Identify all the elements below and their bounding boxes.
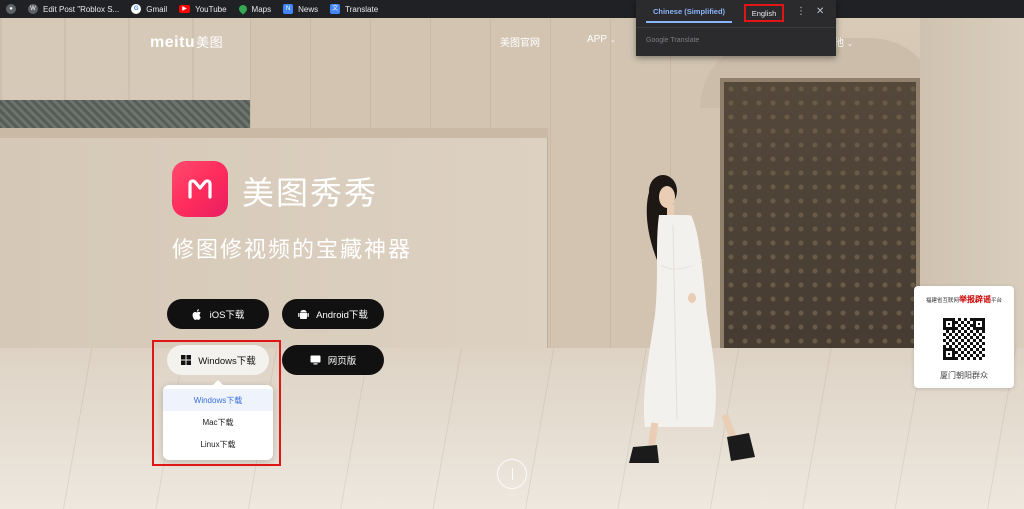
bookmark-label: News	[298, 4, 319, 14]
translate-icon: 文	[330, 4, 341, 14]
android-download-button[interactable]: Android下载	[282, 299, 384, 329]
bookmark-label: YouTube	[195, 4, 227, 14]
web-version-button[interactable]: 网页版	[282, 345, 384, 375]
bookmark-gmail[interactable]: G Gmail	[131, 4, 167, 14]
ios-download-button[interactable]: iOS下载	[167, 299, 269, 329]
bookmark-maps[interactable]: Maps	[236, 3, 272, 15]
bookmark-edit-post[interactable]: W Edit Post "Roblox S...	[28, 4, 119, 14]
woman-figure-image	[629, 175, 755, 463]
app-name: 美图秀秀	[242, 174, 379, 212]
nav-other-menu[interactable]: 他 ⌄	[834, 34, 853, 49]
windows-download-dropdown: Windows下载 Mac下载 Linux下载	[163, 380, 273, 460]
meitu-logo[interactable]: meitu美图	[150, 32, 223, 52]
windows-download-button[interactable]: Windows下载	[167, 345, 269, 375]
nav-official-label: 美图官网	[500, 38, 540, 49]
wordpress-icon: W	[28, 4, 38, 14]
app-tagline: 修图修视频的宝藏神器	[172, 238, 413, 263]
web-version-label: 网页版	[327, 356, 357, 367]
bookmark-label: Edit Post "Roblox S...	[43, 4, 120, 14]
qr-card-title: 福建省互联网举报辟谣平台	[920, 294, 1008, 305]
close-icon[interactable]: ✕	[816, 6, 824, 17]
qr-title-suffix: 平台	[991, 298, 1003, 304]
news-icon: N	[283, 4, 294, 14]
bookmark-label: Maps	[251, 4, 272, 14]
qr-title-prefix: 福建省互联网	[925, 298, 959, 304]
translate-popup: Chinese (Simplified) English ⋮ ✕ Google …	[636, 0, 836, 56]
tab-source-language[interactable]: Chinese (Simplified)	[646, 7, 732, 23]
powered-by-google-translate: Google Translate	[646, 37, 700, 44]
youtube-icon: ▶	[179, 5, 191, 13]
meitu-app-icon	[172, 161, 228, 217]
ios-download-label: iOS下载	[209, 310, 245, 321]
monitor-icon	[310, 355, 321, 366]
bookmark-translate[interactable]: 文 Translate	[330, 4, 378, 14]
bookmark-globe[interactable]: ●	[6, 4, 16, 14]
qr-code	[943, 318, 985, 360]
qr-corner	[943, 348, 955, 360]
qr-corner	[973, 318, 985, 330]
dropdown-item-linux[interactable]: Linux下载	[163, 433, 273, 455]
qr-corner	[943, 318, 955, 330]
bookmark-label: Translate	[345, 4, 379, 14]
qr-title-highlight: 举报辟谣	[959, 295, 991, 304]
nav-app-menu[interactable]: APP ⌄	[587, 34, 616, 45]
google-icon: G	[131, 4, 142, 14]
globe-icon: ●	[6, 4, 16, 14]
qr-caption: 厦门朝阳群众	[940, 371, 988, 380]
bookmarks-bar: ● W Edit Post "Roblox S... G Gmail ▶ You…	[0, 0, 1024, 18]
report-qr-card[interactable]: 福建省互联网举报辟谣平台 厦门朝阳群众	[914, 286, 1014, 388]
logo-latin: meitu	[150, 34, 196, 51]
chevron-down-icon: ⌄	[610, 37, 616, 44]
bookmark-label: Gmail	[146, 4, 168, 14]
dropdown-item-mac[interactable]: Mac下载	[163, 411, 273, 433]
windows-icon	[180, 355, 191, 366]
scroll-down-icon[interactable]	[497, 459, 527, 489]
apple-icon	[192, 308, 203, 320]
nav-app-label: APP	[587, 34, 608, 45]
logo-cn: 美图	[196, 35, 224, 50]
bookmark-news[interactable]: N News	[283, 4, 318, 14]
android-download-label: Android下载	[316, 310, 368, 321]
dropdown-item-windows[interactable]: Windows下载	[163, 389, 273, 411]
maps-icon	[236, 3, 249, 15]
divider	[636, 27, 836, 28]
tab-target-language[interactable]: English	[744, 4, 784, 22]
chevron-down-icon: ⌄	[847, 41, 853, 48]
nav-official-site[interactable]: 美图官网	[500, 34, 540, 49]
meitu-logo-icon	[188, 179, 212, 199]
windows-download-label: Windows下载	[198, 356, 256, 367]
hero-background	[0, 18, 1024, 509]
android-icon	[298, 309, 309, 320]
more-options-icon[interactable]: ⋮	[796, 6, 806, 17]
bookmark-youtube[interactable]: ▶ YouTube	[179, 4, 227, 14]
